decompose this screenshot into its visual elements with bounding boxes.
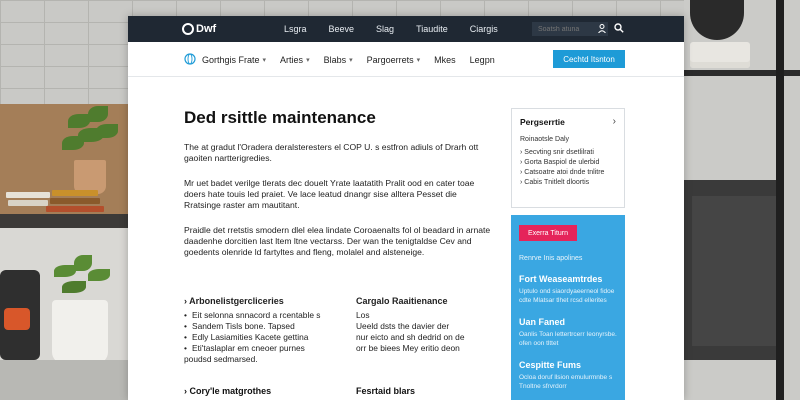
section-heading: › Cory'le matgrothes: [184, 386, 272, 396]
top-nav-item[interactable]: Ciargis: [470, 24, 498, 34]
backpack-patch: [4, 308, 30, 330]
nav-item[interactable]: Gorthgis Frate ▾: [202, 55, 266, 65]
sidebar-card: Pergserrtie › Roinaotsle Daly Secvting s…: [511, 108, 625, 208]
top-nav: Lsgra Beeve Slag Tiaudite Ciargis: [284, 24, 498, 34]
promo-heading: Fort Weaseamtrdes: [519, 274, 603, 284]
logo-icon: [182, 23, 194, 35]
top-nav-item[interactable]: Tiaudite: [416, 24, 448, 34]
sidebar-link-list: Secvting snir dsetlilrati Gorta Baspiol …: [520, 148, 616, 188]
search-input[interactable]: [532, 22, 608, 36]
article-paragraph: The at gradut l'Oradera deralsteresters …: [184, 142, 479, 163]
chevron-right-icon[interactable]: ›: [613, 116, 616, 127]
column-line: orr be biees Mey eritio deon: [356, 343, 460, 353]
main-navbar: Gorthgis Frate ▾ Arties ▾ Blabs ▾ Pargoerre…: [128, 42, 684, 77]
nav-item-label: Gorthgis Frate: [202, 55, 260, 65]
section-heading: Fesrtaid blars: [356, 386, 416, 396]
article-main: Ded rsittle maintenance The at gradut l'…: [184, 108, 494, 272]
nav-item-label: Pargoerrets: [366, 55, 414, 65]
column-tail-text: poudsd sedmarsed.: [184, 354, 258, 364]
terracotta-pot: [74, 160, 106, 194]
list-item: Sandem Tisls bone. Tapsed: [184, 321, 334, 332]
nav-item[interactable]: Pargoerrets ▾: [367, 55, 421, 65]
sidebar-card-title: Pergserrtie: [520, 117, 565, 127]
list-item: Eti'taslaplar em cneoer purnes: [184, 343, 334, 354]
nav-item-label: Arties: [280, 55, 304, 65]
feature-columns: › Arbonelistgercliceries Eit selonna snn…: [184, 296, 494, 396]
promo-text: Uptulo ond siaordyaeerneol fidoe cdte Ml…: [519, 288, 615, 304]
article-paragraph: Praidle det rretstis smodern dlel elea l…: [184, 225, 491, 257]
feature-column: Cargalo Raaitienance Los Ueeld dsts the …: [356, 296, 506, 354]
globe-icon: [184, 53, 196, 65]
sidebar: Pergserrtie › Roinaotsle Daly Secvting s…: [511, 108, 625, 400]
column-heading: Cargalo Raaitienance: [356, 296, 448, 306]
sidebar-link[interactable]: Gorta Baspiol de ulerbid: [520, 158, 616, 168]
promo-text: Oanlis Toan lettertrcerr Ieonyrsbe. ofen…: [519, 331, 617, 347]
nav-item-label: Mkes: [434, 55, 456, 65]
promo-subtitle: Renrve Inis apolines: [519, 255, 583, 262]
list-item: Edly Lasiamities Kacete gettina: [184, 332, 334, 343]
promo-heading: Uan Faned: [519, 317, 566, 327]
bullet-list: Eit selonna snnacord a rcentable s Sande…: [184, 310, 334, 354]
sidebar-link[interactable]: Cabis Tnitlelt dloortis: [520, 178, 616, 188]
books: [6, 190, 116, 214]
chevron-down-icon: ▾: [262, 57, 267, 64]
column-heading: › Arbonelistgercliceries: [184, 296, 284, 306]
website-window: Dwf Lsgra Beeve Slag Tiaudite Ciargis Go…: [128, 16, 684, 400]
column-line: nur eicto and sh dedrid on de: [356, 332, 465, 342]
feature-column: › Arbonelistgercliceries Eit selonna snn…: [184, 296, 334, 365]
right-shelf-post: [776, 0, 784, 400]
column-line: Los: [356, 310, 370, 320]
sidebar-promo-panel: Exerra Titurn Renrve Inis apolines Fort …: [511, 215, 625, 400]
nav-item[interactable]: Mkes: [434, 55, 456, 65]
promo-text: Ocloa doruf llsion emulurmnbe s Tnoltne …: [519, 374, 613, 390]
chevron-down-icon: ▾: [416, 57, 421, 64]
sidebar-link[interactable]: Secvting snir dsetlilrati: [520, 148, 616, 158]
page-title: Ded rsittle maintenance: [184, 108, 376, 127]
left-shelf: [0, 214, 128, 228]
cta-button[interactable]: Cechtd Itsnton: [553, 50, 625, 68]
article-paragraph: Mr uet badet verilge tlerats dec douelt …: [184, 178, 475, 210]
user-icon[interactable]: [598, 24, 606, 33]
nav-item[interactable]: Arties ▾: [280, 55, 310, 65]
nav-item[interactable]: Legpn: [470, 55, 495, 65]
right-cabinet-door: [692, 196, 776, 346]
top-bar: Dwf Lsgra Beeve Slag Tiaudite Ciargis: [128, 16, 684, 42]
search-icon[interactable]: [614, 23, 624, 33]
promo-heading: Cespitte Fums: [519, 360, 582, 370]
top-nav-item[interactable]: Lsgra: [284, 24, 307, 34]
sidebar-card-subtitle: Roinaotsle Daly: [520, 136, 570, 143]
nav-item-label: Legpn: [469, 55, 495, 65]
top-plant: [58, 106, 122, 166]
sidebar-link[interactable]: Catsoatre atoi dnde tnlitre: [520, 168, 616, 178]
logo-text: Dwf: [196, 23, 217, 35]
chevron-down-icon: ▾: [306, 57, 310, 64]
list-item: Eit selonna snnacord a rcentable s: [184, 310, 334, 321]
white-pot: [52, 300, 108, 364]
nav-item[interactable]: Blabs ▾: [324, 55, 353, 65]
column-line: Ueeld dsts the davier der: [356, 321, 450, 331]
chevron-down-icon: ▾: [349, 57, 353, 64]
nav-item-label: Blabs: [323, 55, 347, 65]
top-nav-item[interactable]: Slag: [376, 24, 394, 34]
site-logo[interactable]: Dwf: [182, 22, 216, 36]
promo-button[interactable]: Exerra Titurn: [519, 225, 577, 241]
nav-menu: Gorthgis Frate ▾ Arties ▾ Blabs ▾ Pargoerre…: [202, 55, 495, 65]
top-nav-item[interactable]: Beeve: [329, 24, 355, 34]
folded-towels: [690, 42, 750, 68]
